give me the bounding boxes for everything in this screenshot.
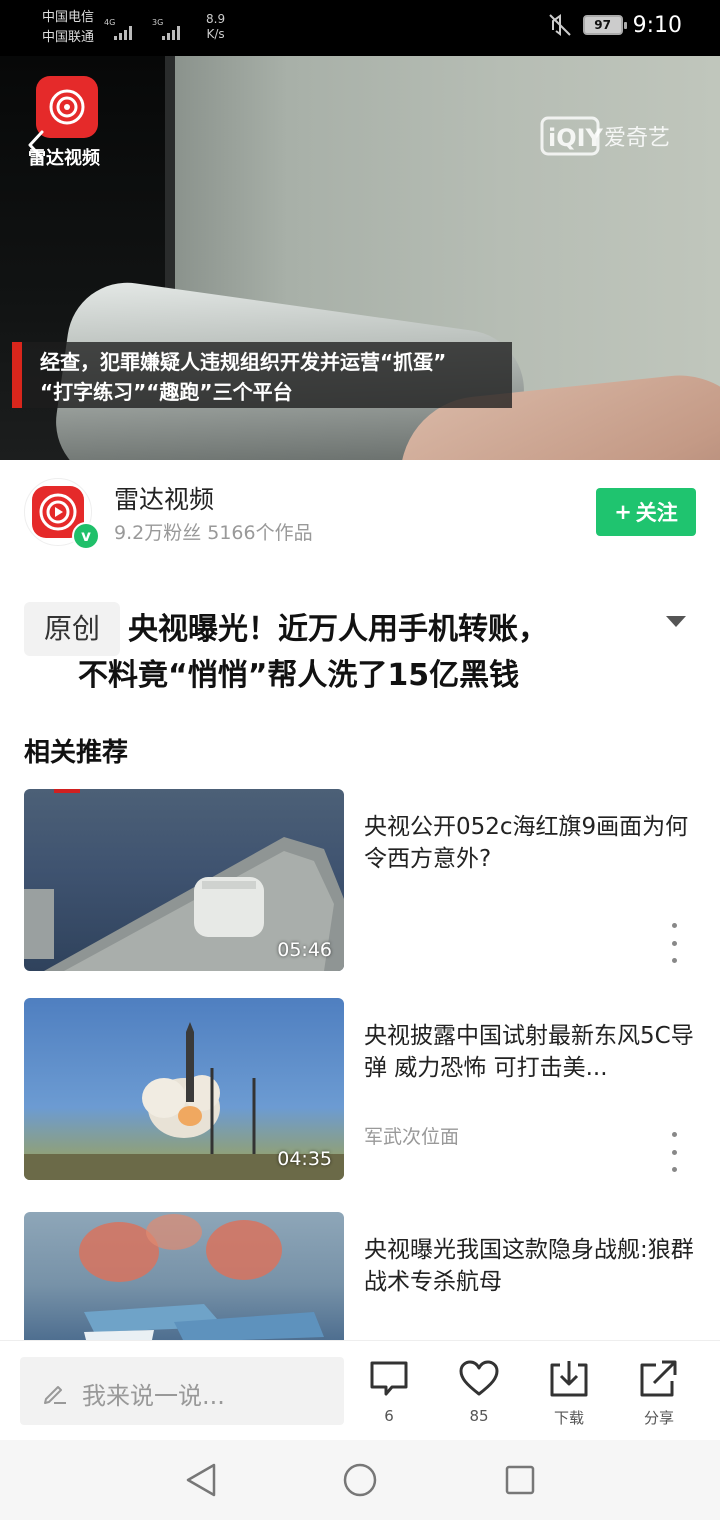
speed-value: 8.9 [206,12,226,26]
recommendation-title[interactable]: 央视披露中国试射最新东风5C导弹 威力恐怖 可打击美... [364,1020,694,1084]
battery-level: 97 [594,18,611,32]
follow-label: 关注 [635,501,678,525]
carrier-1: 中国电信 [42,10,95,25]
title-line-1: 央视曝光！近万人用手机转账， [128,612,548,647]
list-item[interactable]: 05:46 央视公开052c海红旗9画面为何令西方意外? [24,789,696,971]
author-name[interactable]: 雷达视频 [114,480,214,516]
video-caption: 经查，犯罪嫌疑人违规组织开发并运营“抓蛋” “打字练习”“趣跑”三个平台 [12,342,512,408]
signal-icon: 3G [152,16,192,42]
video-duration: 05:46 [277,939,332,961]
carrier-2: 中国联通 [42,30,95,45]
plus-icon: + [614,500,632,524]
comment-button[interactable]: 6 [359,1359,419,1429]
share-icon [640,1360,677,1397]
list-item[interactable]: 04:35 央视披露中国试射最新东风5C导弹 威力恐怖 可打击美... 军武次位… [24,998,696,1180]
pencil-icon [44,1386,66,1404]
follow-button[interactable]: + 关注 [596,488,696,536]
video-thumbnail[interactable]: 05:46 [24,789,344,971]
recommendation-title[interactable]: 央视曝光我国这款隐身战舰:狼群战术专杀航母 [364,1234,694,1298]
caption-line-1: 经查，犯罪嫌疑人违规组织开发并运营“抓蛋” [40,350,447,374]
comment-icon [370,1361,408,1396]
like-count: 85 [469,1407,489,1425]
original-tag: 原创 [24,602,120,656]
share-label: 分享 [643,1409,674,1427]
more-icon[interactable] [666,923,682,963]
comment-placeholder: 我来说一说... [82,1382,225,1410]
recommendation-title[interactable]: 央视公开052c海红旗9画面为何令西方意外? [364,811,694,875]
download-button[interactable]: 下载 [539,1359,599,1429]
iqiyi-watermark: 爱奇艺 [604,126,670,151]
verified-badge: v [72,522,100,550]
network-speed: 8.9 K/s [206,12,225,42]
recommendation-source[interactable]: 军武次位面 [364,1122,459,1149]
system-nav-bar [0,1440,720,1520]
download-icon [550,1361,588,1397]
more-icon[interactable] [666,1132,682,1172]
network-info: 4G 3G 8.9 K/s [104,12,225,42]
mute-icon [548,14,571,36]
nav-recents-icon[interactable] [504,1464,536,1496]
status-right: 97 9:10 [547,12,682,38]
battery-icon: 97 [582,15,627,35]
comment-input[interactable]: 我来说一说... [20,1357,344,1425]
video-thumbnail[interactable]: 04:35 [24,998,344,1180]
author-stats: 9.2万粉丝 5166个作品 [114,522,313,544]
recommendations-heading: 相关推荐 [24,738,129,768]
heart-icon [459,1360,499,1396]
chevron-down-icon[interactable] [664,612,688,630]
svg-text:iQIY: iQIY [548,124,604,152]
nav-home-icon[interactable] [342,1462,378,1498]
back-arrow-icon[interactable] [24,128,48,162]
signal-icon: 4G [104,16,144,42]
like-button[interactable]: 85 [449,1359,509,1429]
video-player[interactable]: 雷达视频 iQIY 爱奇艺 经查，犯罪嫌疑人违规组织开发并运营“抓蛋” “打字练… [0,56,720,460]
comment-count: 6 [384,1407,394,1425]
title-line-2: 不料竟“悄悄”帮人洗了15亿黑钱 [78,658,520,693]
share-button[interactable]: 分享 [629,1359,689,1429]
app-screen: 中国电信 中国联通 4G 3G 8.9 K/s 97 9:10 雷达视频 iQI… [0,0,720,1520]
status-bar: 中国电信 中国联通 4G 3G 8.9 K/s 97 9:10 [0,0,720,56]
speed-unit: K/s [206,27,225,41]
clock: 9:10 [632,12,682,38]
nav-back-icon[interactable] [184,1462,218,1498]
caption-line-2: “打字练习”“趣跑”三个平台 [40,380,293,404]
iqiyi-logo-icon: iQIY 爱奇艺 [540,116,670,156]
carrier-names: 中国电信 中国联通 [42,8,94,48]
comment-bar: 我来说一说... 6 85 下载 分享 [0,1340,720,1440]
download-label: 下载 [553,1409,584,1427]
video-duration: 04:35 [277,1148,332,1170]
author-row: v 雷达视频 9.2万粉丝 5166个作品 + 关注 [0,460,720,560]
